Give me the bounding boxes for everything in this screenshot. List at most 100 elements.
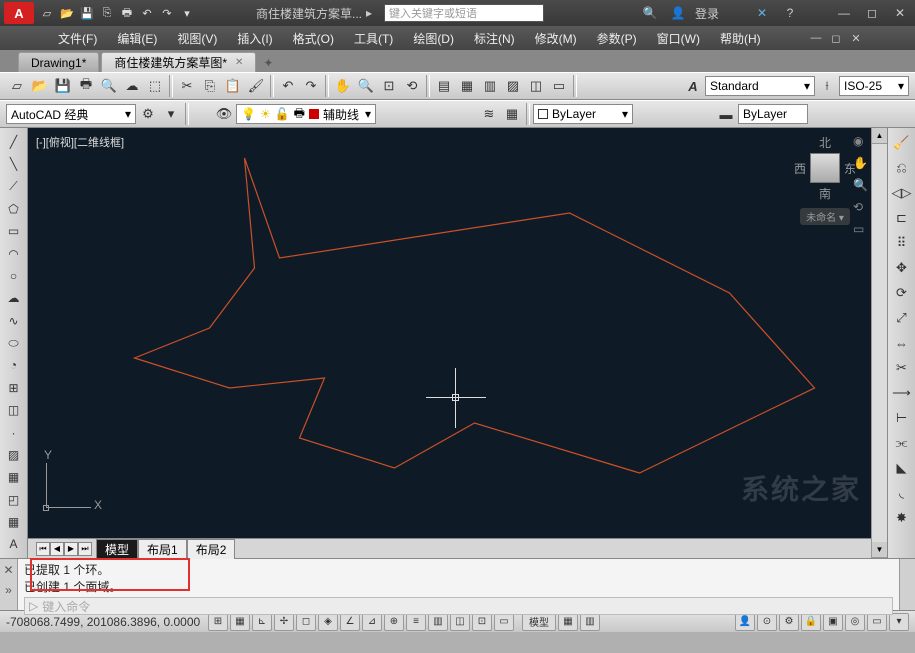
ducs-icon[interactable]: ⊿: [362, 613, 382, 631]
lw-display-icon[interactable]: ▬: [715, 103, 737, 125]
ortho-icon[interactable]: ⊾: [252, 613, 272, 631]
otrack-icon[interactable]: ∠: [340, 613, 360, 631]
ws-dd-icon[interactable]: ▾: [160, 103, 182, 125]
color-combo[interactable]: ByLayer▾: [533, 104, 633, 124]
rotate-icon[interactable]: ⟳: [891, 282, 913, 304]
menu-param[interactable]: 参数(P): [589, 28, 645, 49]
ws-switch-icon[interactable]: ⚙: [779, 613, 799, 631]
match-icon[interactable]: 🖌: [245, 75, 267, 97]
ucs-icon[interactable]: X Y: [46, 458, 96, 508]
isolate-icon[interactable]: ◎: [845, 613, 865, 631]
ellipse-icon[interactable]: ⬭: [3, 333, 25, 352]
new-icon[interactable]: ▱: [6, 75, 28, 97]
tab-first-icon[interactable]: ⏮: [36, 542, 50, 556]
properties-icon[interactable]: ▤: [433, 75, 455, 97]
table-icon[interactable]: ▦: [3, 512, 25, 531]
qv-drawings-icon[interactable]: ▥: [580, 613, 600, 631]
pan-icon[interactable]: ✋: [332, 75, 354, 97]
view-cube[interactable]: 北 西 东 南 未命名 ▾: [795, 134, 855, 214]
doc-max-icon[interactable]: ◻: [827, 29, 845, 47]
undo-icon[interactable]: ↶: [138, 4, 156, 22]
qv-layouts-icon[interactable]: ▦: [558, 613, 578, 631]
polygon-icon[interactable]: ⬠: [3, 199, 25, 218]
zoom-prev-icon[interactable]: ⟲: [401, 75, 423, 97]
region-icon[interactable]: ◰: [3, 490, 25, 509]
new-icon[interactable]: ▱: [38, 4, 56, 22]
osnap-icon[interactable]: ◻: [296, 613, 316, 631]
extend-icon[interactable]: ⟶: [891, 382, 913, 404]
maximize-button[interactable]: ◻: [861, 4, 883, 22]
saveas-icon[interactable]: ⎘: [98, 4, 116, 22]
zoom-rt-icon[interactable]: 🔍: [355, 75, 377, 97]
layout1-tab[interactable]: 布局1: [138, 539, 187, 559]
lwt-icon[interactable]: ≡: [406, 613, 426, 631]
new-tab-button[interactable]: ✦: [258, 54, 278, 72]
user-icon[interactable]: 👤: [667, 4, 689, 22]
viewport-label[interactable]: [-][俯视][二维线框]: [36, 134, 124, 150]
navbar-zoom-icon[interactable]: 🔍: [853, 178, 867, 192]
tab-next-icon[interactable]: ▶: [64, 542, 78, 556]
menu-window[interactable]: 窗口(W): [649, 28, 708, 49]
cube-face[interactable]: [810, 153, 840, 183]
tp-icon[interactable]: ▥: [479, 75, 501, 97]
lock-ui-icon[interactable]: 🔒: [801, 613, 821, 631]
offset-icon[interactable]: ⊏: [891, 207, 913, 229]
array-icon[interactable]: ⠿: [891, 232, 913, 254]
save-icon[interactable]: 💾: [78, 4, 96, 22]
menu-draw[interactable]: 绘图(D): [405, 28, 462, 49]
text-style-combo[interactable]: Standard▾: [705, 76, 815, 96]
annovisible-icon[interactable]: ⊙: [757, 613, 777, 631]
menu-file[interactable]: 文件(F): [50, 28, 105, 49]
markup-icon[interactable]: ◫: [525, 75, 547, 97]
copy-icon[interactable]: ⎘: [199, 75, 221, 97]
close-icon[interactable]: ✕: [235, 57, 243, 68]
title-dropdown-icon[interactable]: ▸: [366, 6, 372, 20]
hatch-icon[interactable]: ▨: [3, 445, 25, 464]
tab-last-icon[interactable]: ⏭: [78, 542, 92, 556]
print-icon[interactable]: 🖶: [75, 75, 97, 97]
preview-icon[interactable]: 🔍: [98, 75, 120, 97]
search-input[interactable]: 键入关键字或短语: [384, 4, 544, 22]
layout2-tab[interactable]: 布局2: [187, 539, 236, 559]
doc-tab-drawing1[interactable]: Drawing1*: [18, 52, 99, 72]
point-icon[interactable]: ·: [3, 423, 25, 442]
dim-style-combo[interactable]: ISO-25▾: [839, 76, 909, 96]
chamfer-icon[interactable]: ◣: [891, 457, 913, 479]
tab-prev-icon[interactable]: ◀: [50, 542, 64, 556]
menu-help[interactable]: 帮助(H): [712, 28, 769, 49]
sc-icon[interactable]: ⊡: [472, 613, 492, 631]
cmd-handle[interactable]: ✕»: [0, 559, 18, 610]
layeriso-icon[interactable]: ▦: [501, 103, 523, 125]
annoscale-icon[interactable]: 👤: [735, 613, 755, 631]
open-icon[interactable]: 📂: [29, 75, 51, 97]
mirror-icon[interactable]: ◁▷: [891, 182, 913, 204]
login-link[interactable]: 登录: [695, 5, 719, 22]
view-unnamed[interactable]: 未命名 ▾: [800, 208, 850, 225]
qat-more-icon[interactable]: ▾: [178, 4, 196, 22]
scroll-up-icon[interactable]: ▲: [872, 128, 887, 144]
dyn-icon[interactable]: ⊕: [384, 613, 404, 631]
cut-icon[interactable]: ✂: [176, 75, 198, 97]
snap-icon[interactable]: ⊞: [208, 613, 228, 631]
navbar-show-icon[interactable]: ▭: [853, 222, 867, 236]
grid-icon[interactable]: ▦: [230, 613, 250, 631]
close-button[interactable]: ✕: [889, 4, 911, 22]
qp-icon[interactable]: ◫: [450, 613, 470, 631]
block-icon[interactable]: ◫: [3, 401, 25, 420]
3dprint-icon[interactable]: ⬚: [144, 75, 166, 97]
cmd-grip-icon[interactable]: »: [5, 583, 12, 597]
zoom-win-icon[interactable]: ⊡: [378, 75, 400, 97]
mtext-icon[interactable]: A: [3, 535, 25, 554]
stretch-icon[interactable]: ⇔: [891, 332, 913, 354]
app-logo[interactable]: A: [4, 2, 34, 24]
publish-icon[interactable]: ☁: [121, 75, 143, 97]
am-icon[interactable]: ▭: [494, 613, 514, 631]
layer-props-icon[interactable]: 👁: [213, 103, 235, 125]
command-input[interactable]: ▷ 键入命令: [24, 597, 893, 615]
paste-icon[interactable]: 📋: [222, 75, 244, 97]
lineweight-combo[interactable]: ByLayer: [738, 104, 808, 124]
save-icon[interactable]: 💾: [52, 75, 74, 97]
arc-icon[interactable]: ◠: [3, 244, 25, 263]
dim-style-icon[interactable]: ⟊: [816, 75, 838, 97]
menu-dim[interactable]: 标注(N): [466, 28, 523, 49]
